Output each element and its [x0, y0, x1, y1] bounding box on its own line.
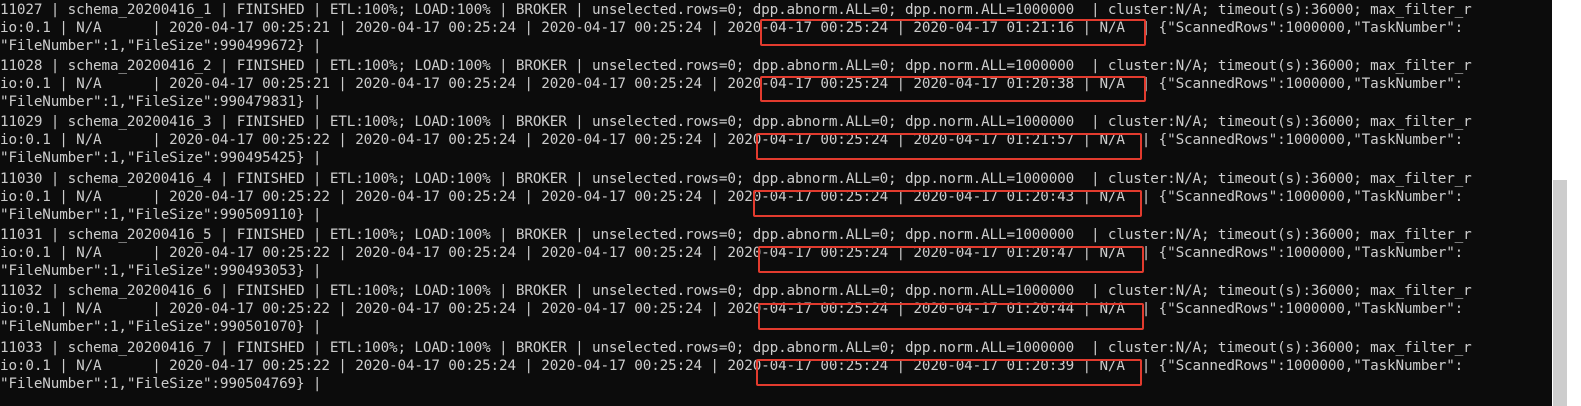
row-6-line-2: io:0.1 | N/A | 2020-04-17 00:25:22 | 202… [0, 301, 1464, 317]
row-2-line-2: io:0.1 | N/A | 2020-04-17 00:25:21 | 202… [0, 76, 1464, 92]
row-5-line-1: 11031 | schema_20200416_5 | FINISHED | E… [0, 227, 1472, 243]
scrollbar-thumb[interactable] [1553, 180, 1567, 406]
row-7-line-2: io:0.1 | N/A | 2020-04-17 00:25:22 | 202… [0, 358, 1464, 374]
row-4-line-1: 11030 | schema_20200416_4 | FINISHED | E… [0, 171, 1472, 187]
row-1-line-1: 11027 | schema_20200416_1 | FINISHED | E… [0, 2, 1472, 18]
row-2-line-1: 11028 | schema_20200416_2 | FINISHED | E… [0, 58, 1472, 74]
row-3-line-1: 11029 | schema_20200416_3 | FINISHED | E… [0, 114, 1472, 130]
row-7-line-3: "FileNumber":1,"FileSize":990504769} | [0, 376, 322, 392]
row-3-line-2: io:0.1 | N/A | 2020-04-17 00:25:22 | 202… [0, 132, 1464, 148]
row-1-line-2: io:0.1 | N/A | 2020-04-17 00:25:21 | 202… [0, 20, 1464, 36]
row-3-line-3: "FileNumber":1,"FileSize":990495425} | [0, 150, 322, 166]
row-4-line-2: io:0.1 | N/A | 2020-04-17 00:25:22 | 202… [0, 189, 1464, 205]
row-6-line-1: 11032 | schema_20200416_6 | FINISHED | E… [0, 283, 1472, 299]
row-5-line-3: "FileNumber":1,"FileSize":990493053} | [0, 263, 322, 279]
terminal-output: 11027 | schema_20200416_1 | FINISHED | E… [0, 0, 1552, 406]
row-7-line-1: 11033 | schema_20200416_7 | FINISHED | E… [0, 340, 1472, 356]
row-5-line-2: io:0.1 | N/A | 2020-04-17 00:25:22 | 202… [0, 245, 1464, 261]
row-6-line-3: "FileNumber":1,"FileSize":990501070} | [0, 319, 322, 335]
row-2-line-3: "FileNumber":1,"FileSize":990479831} | [0, 94, 322, 110]
row-1-line-3: "FileNumber":1,"FileSize":990499672} | [0, 38, 322, 54]
vertical-scrollbar[interactable] [1552, 0, 1581, 406]
row-4-line-3: "FileNumber":1,"FileSize":990509110} | [0, 207, 322, 223]
